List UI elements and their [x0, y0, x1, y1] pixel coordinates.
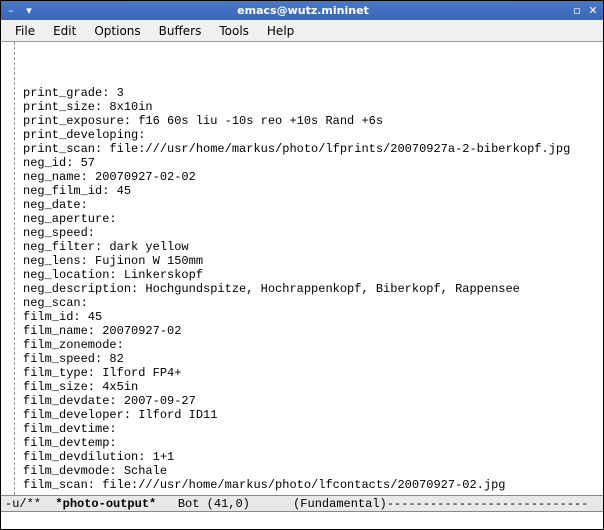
- modeline-dashes: ----------------------------: [387, 497, 589, 511]
- modeline-major-mode: (Fundamental): [293, 497, 387, 511]
- menu-options[interactable]: Options: [86, 22, 148, 40]
- window-menu-icon[interactable]: –: [5, 5, 17, 17]
- menu-tools[interactable]: Tools: [211, 22, 257, 40]
- buffer-text[interactable]: print_grade: 3 print_size: 8x10in print_…: [23, 86, 599, 495]
- window-title: emacs@wutz.mininet: [35, 4, 571, 17]
- modeline-buffer-name: *photo-output*: [55, 497, 156, 511]
- modeline-line-col: (41,0): [207, 497, 250, 511]
- window-titlebar: – ▾ emacs@wutz.mininet ▫ ✕: [1, 1, 603, 20]
- mode-line: -u/** *photo-output* Bot (41,0) (Fundame…: [1, 495, 603, 512]
- modeline-modified: -u/**: [5, 497, 41, 511]
- window-dropdown-icon[interactable]: ▾: [23, 5, 35, 17]
- menu-buffers[interactable]: Buffers: [151, 22, 210, 40]
- menu-bar: File Edit Options Buffers Tools Help: [1, 20, 603, 42]
- close-icon[interactable]: ✕: [587, 5, 599, 17]
- menu-edit[interactable]: Edit: [45, 22, 84, 40]
- menu-help[interactable]: Help: [259, 22, 302, 40]
- editor-pane[interactable]: print_grade: 3 print_size: 8x10in print_…: [1, 42, 603, 495]
- fringe: [1, 42, 15, 495]
- menu-file[interactable]: File: [7, 22, 43, 40]
- maximize-icon[interactable]: ▫: [571, 5, 583, 17]
- minibuffer[interactable]: [1, 512, 603, 529]
- modeline-position: Bot: [178, 497, 200, 511]
